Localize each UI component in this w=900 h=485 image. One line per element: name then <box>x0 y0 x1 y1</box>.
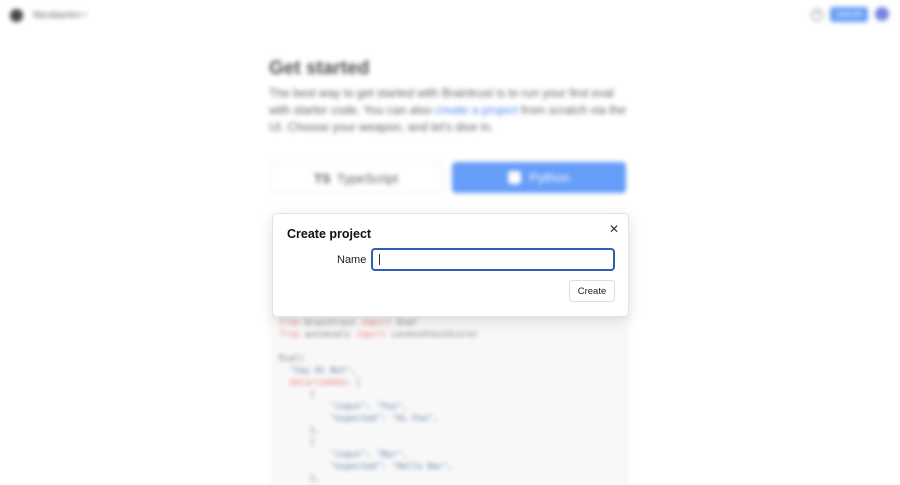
dialog-title: Create project <box>287 227 372 241</box>
text-caret <box>379 254 380 265</box>
create-button[interactable]: Create <box>569 280 615 302</box>
name-label: Name <box>337 254 367 266</box>
close-icon[interactable]: ✕ <box>607 222 621 236</box>
project-name-input[interactable] <box>371 248 615 271</box>
create-project-dialog: Create project ✕ Name Create <box>272 213 629 317</box>
